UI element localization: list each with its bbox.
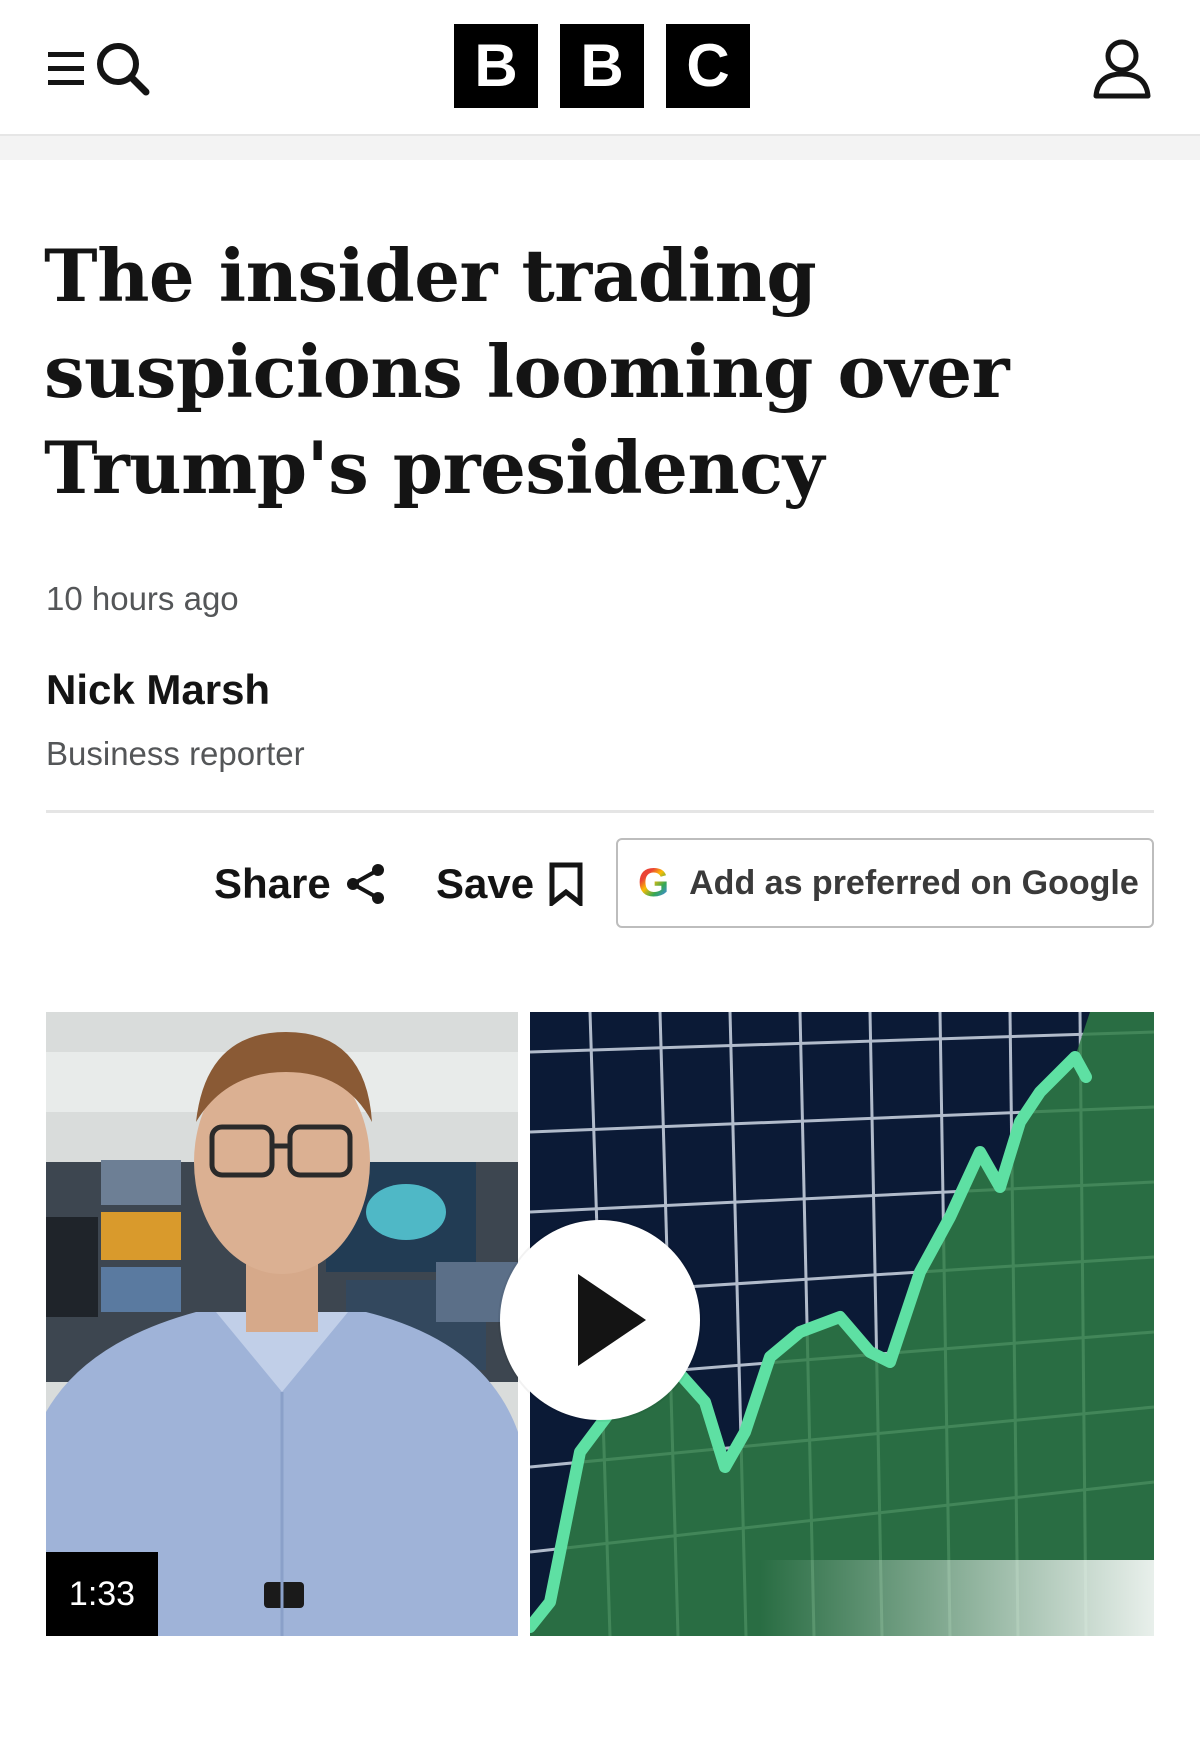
bbc-logo-letter: B — [560, 24, 644, 108]
add-preferred-google-button[interactable]: G Add as preferred on Google — [616, 838, 1154, 928]
author-name[interactable]: Nick Marsh — [46, 666, 270, 714]
video-player[interactable]: 1:33 — [46, 1012, 1154, 1636]
article-timestamp: 10 hours ago — [46, 580, 239, 617]
headline-line: Trump's presidency — [44, 425, 824, 510]
save-label: Save — [436, 860, 535, 907]
play-icon — [578, 1274, 646, 1366]
share-icon — [346, 864, 384, 904]
header-separator — [0, 136, 1200, 160]
reporter-illustration — [46, 1012, 518, 1636]
share-button[interactable]: Share — [214, 858, 387, 910]
menu-icon — [48, 52, 84, 85]
byline-divider — [46, 810, 1154, 813]
top-navigation-bar: B B C — [0, 0, 1200, 136]
bbc-logo-letter: C — [666, 24, 750, 108]
headline-line: suspicions looming over — [44, 329, 1010, 414]
article-actions: Share Save G Add as preferred on Google — [0, 838, 1200, 930]
share-label: Share — [214, 860, 331, 907]
account-button[interactable] — [1092, 38, 1152, 100]
play-button[interactable] — [500, 1220, 700, 1420]
bbc-logo-letter: B — [454, 24, 538, 108]
video-duration: 1:33 — [46, 1552, 158, 1636]
headline-line: The insider trading — [44, 233, 817, 318]
article-headline: The insider trading suspicions looming o… — [44, 228, 1044, 516]
reporter-image: 1:33 — [46, 1012, 518, 1636]
search-icon — [97, 43, 150, 96]
bbc-logo[interactable]: B B C — [454, 24, 750, 108]
google-button-label: Add as preferred on Google — [689, 863, 1139, 902]
page-fade-overlay — [760, 1560, 1200, 1763]
menu-search-button[interactable] — [46, 38, 164, 98]
google-icon: G — [638, 860, 670, 905]
author-role: Business reporter — [46, 735, 305, 772]
bookmark-icon — [549, 862, 583, 906]
account-icon — [1093, 39, 1151, 99]
save-button[interactable]: Save — [436, 858, 584, 910]
